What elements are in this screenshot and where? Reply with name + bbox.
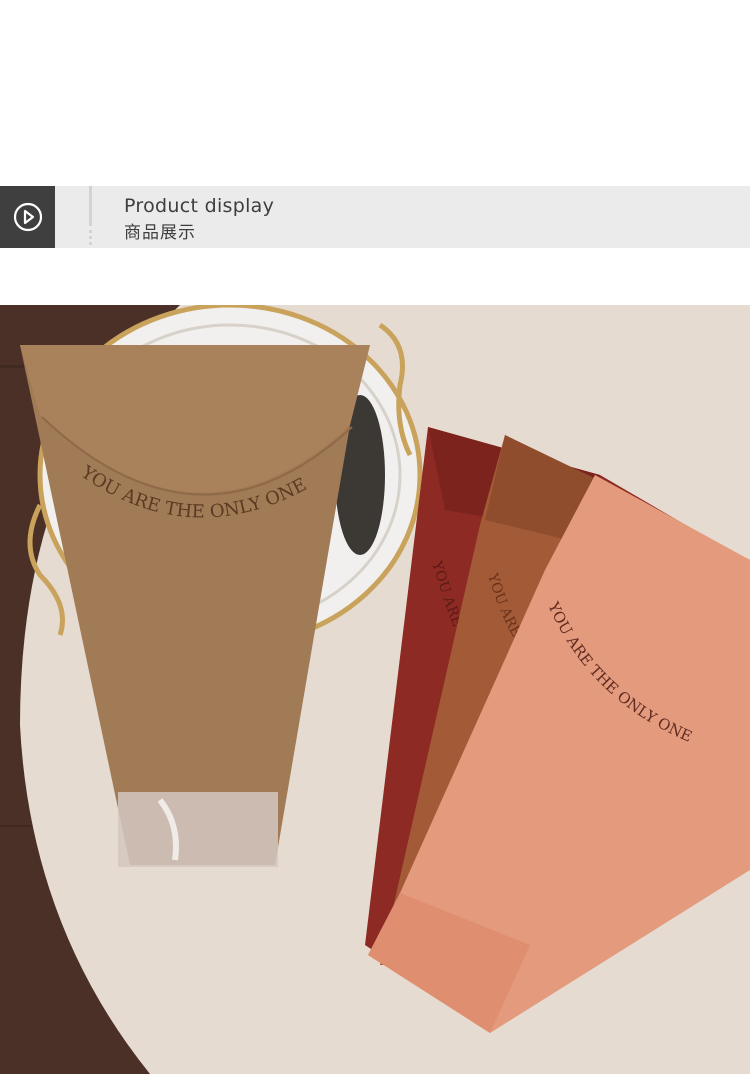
divider-dots — [89, 230, 92, 248]
product-photo-svg: YOU ARE THE ONLY ONE YOU ARE THE ONLY ON… — [0, 305, 750, 1074]
section-title-en: Product display — [124, 195, 275, 217]
divider-line — [89, 186, 92, 226]
play-circle-icon — [13, 202, 42, 232]
section-title-cn: 商品展示 — [124, 223, 196, 243]
product-photo: YOU ARE THE ONLY ONE YOU ARE THE ONLY ON… — [0, 305, 750, 1074]
section-header: Product display 商品展示 — [0, 186, 750, 248]
play-button[interactable] — [0, 186, 55, 248]
